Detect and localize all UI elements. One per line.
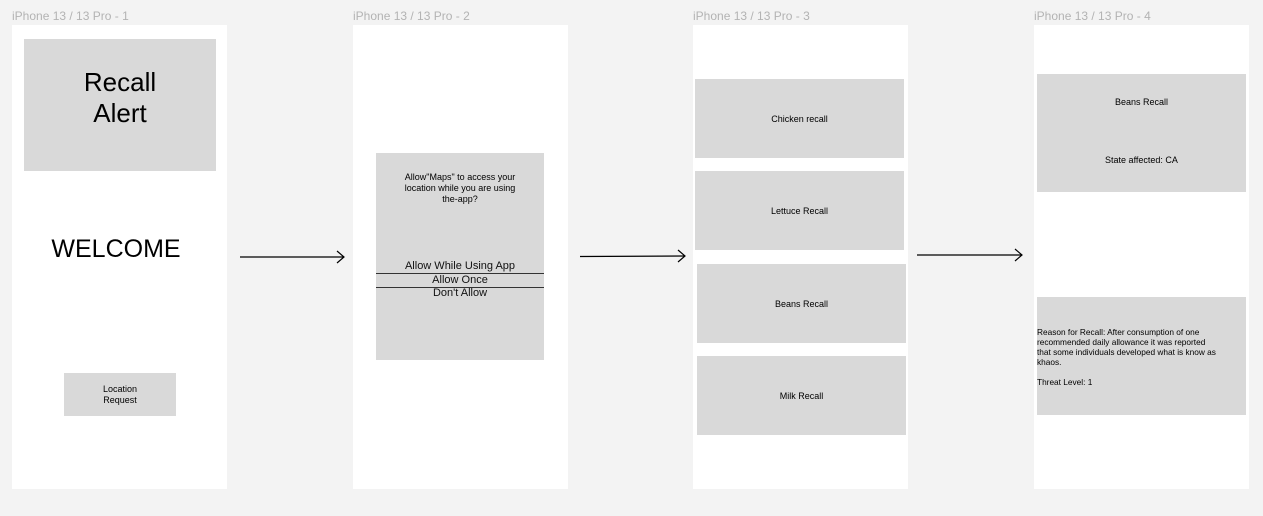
dont-allow-option[interactable]: Don't Allow bbox=[376, 287, 544, 299]
location-request-button[interactable]: Location Request bbox=[64, 373, 176, 416]
recall-item-label: Lettuce Recall bbox=[770, 205, 829, 216]
recall-list-item-lettuce[interactable]: Lettuce Recall bbox=[695, 171, 904, 250]
allow-once-option[interactable]: Allow Once bbox=[376, 274, 544, 286]
dialog-text-line-3: the-app? bbox=[442, 194, 478, 204]
recall-details-card: Reason for Recall: After consumption of … bbox=[1037, 297, 1246, 415]
frame-2-label: iPhone 13 / 13 Pro - 2 bbox=[353, 9, 470, 23]
state-affected-text: State affected: CA bbox=[1105, 155, 1178, 165]
frame-4: Beans Recall State affected: CA Reason f… bbox=[1034, 25, 1249, 489]
reason-text-line-4: khaos. bbox=[1037, 357, 1062, 367]
flow-arrow-2 bbox=[579, 249, 686, 263]
dialog-text-line-1: Allow"Maps" to access your bbox=[404, 172, 516, 182]
hero-title-line-1: Recall bbox=[83, 67, 157, 97]
recall-list-item-beans[interactable]: Beans Recall bbox=[697, 264, 906, 343]
frame-1-label: iPhone 13 / 13 Pro - 1 bbox=[12, 9, 129, 23]
recall-alert-hero: Recall Alert bbox=[24, 39, 216, 171]
location-permission-dialog: Allow"Maps" to access your location whil… bbox=[376, 153, 544, 360]
hero-title-line-2: Alert bbox=[93, 98, 147, 128]
threat-level-text: Threat Level: 1 bbox=[1037, 377, 1093, 387]
frame-4-label: iPhone 13 / 13 Pro - 4 bbox=[1034, 9, 1151, 23]
reason-text-line-2: recommended daily allowance it was repor… bbox=[1037, 337, 1206, 347]
frame-3: Chicken recall Lettuce Recall Beans Reca… bbox=[693, 25, 908, 489]
recall-list-item-chicken[interactable]: Chicken recall bbox=[695, 79, 904, 158]
flow-arrow-3 bbox=[917, 248, 1023, 262]
frame-1: Recall Alert WELCOME Location Request bbox=[12, 25, 227, 489]
recall-list-item-milk[interactable]: Milk Recall bbox=[697, 356, 906, 435]
location-request-label-line-1: Location bbox=[102, 383, 138, 394]
frame-2: Allow"Maps" to access your location whil… bbox=[353, 25, 568, 489]
flow-arrow-1 bbox=[240, 250, 345, 264]
recall-item-label: Beans Recall bbox=[774, 298, 829, 309]
recall-summary-card: Beans Recall State affected: CA bbox=[1037, 74, 1246, 192]
recall-item-label: Milk Recall bbox=[779, 390, 824, 401]
allow-while-using-app-option[interactable]: Allow While Using App bbox=[376, 260, 544, 272]
location-request-label-line-2: Request bbox=[103, 394, 137, 405]
recall-card-title: Beans Recall bbox=[1114, 97, 1169, 107]
reason-text-line-3: that some individuals developed what is … bbox=[1037, 347, 1216, 357]
recall-item-label: Chicken recall bbox=[771, 113, 828, 124]
dialog-text-line-2: location while you are using bbox=[404, 183, 516, 193]
welcome-heading: WELCOME bbox=[51, 235, 181, 263]
reason-text-line-1: Reason for Recall: After consumption of … bbox=[1037, 327, 1200, 337]
frame-3-label: iPhone 13 / 13 Pro - 3 bbox=[693, 9, 810, 23]
